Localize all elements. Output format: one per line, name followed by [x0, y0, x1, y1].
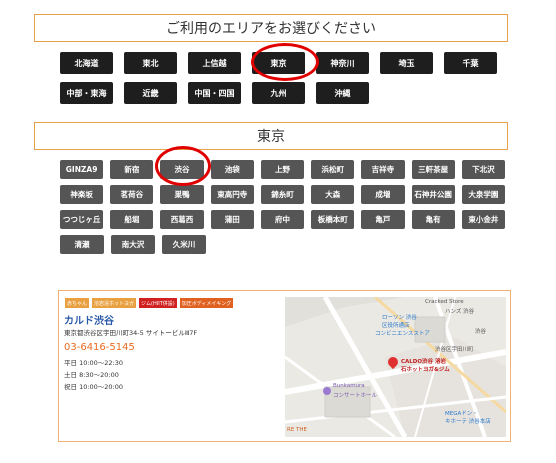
region-row-1: 北海道 東北 上信越 東京 神奈川 埼玉 千葉 [60, 52, 508, 74]
store-card: 赤ちゃん 溶岩浴ホットヨガ ジム(HIIT併設) 加圧ボディメイキング カルド渋… [58, 290, 511, 442]
store-tag: 加圧ボディメイキング [179, 298, 234, 308]
store-hours-weekday: 平日 10:00〜22:30 [64, 359, 124, 367]
region-button-chiba[interactable]: 千葉 [444, 52, 497, 74]
region-button-tokyo[interactable]: 東京 [252, 52, 305, 74]
area-button-sugamo[interactable]: 巣鴨 [160, 185, 204, 204]
area-button-ikebukuro[interactable]: 池袋 [210, 160, 254, 179]
area-button-kameido[interactable]: 亀戸 [361, 210, 405, 229]
area-button-kichijoji[interactable]: 吉祥寺 [361, 160, 405, 179]
region-button-tohoku[interactable]: 東北 [124, 52, 177, 74]
area-button-shakujii-koen[interactable]: 石神井公園 [411, 185, 455, 204]
store-hours-weekend: 土日 8:30〜20:00 [64, 371, 119, 379]
region-button-okinawa[interactable]: 沖縄 [316, 82, 369, 104]
store-address: 東京都渋谷区宇田川町34-5 サイトービルⅢ7F [64, 329, 198, 337]
region-button-kyushu[interactable]: 九州 [252, 82, 305, 104]
region-button-chugoku-shikoku[interactable]: 中国・四国 [188, 82, 241, 104]
area-button-higashikoganei[interactable]: 東小金井 [461, 210, 505, 229]
area-button-kagurazaka[interactable]: 神楽坂 [60, 185, 104, 204]
map-pin-label: 石ホットヨガ&ジム [401, 367, 450, 373]
area-button-shimokitazawa[interactable]: 下北沢 [461, 160, 505, 179]
store-map[interactable]: Cracked Store ハンズ 渋谷 ローソン 渋谷 区役所通店 コンビニエ… [285, 297, 506, 437]
map-label: RE THE [287, 427, 308, 433]
map-label: ハンズ 渋谷 [445, 309, 475, 315]
area-button-myogadani[interactable]: 茗荷谷 [110, 185, 154, 204]
area-select-heading: ご利用のエリアをお選びください [34, 14, 508, 42]
area-select-heading-text: ご利用のエリアをお選びください [166, 21, 376, 37]
tokyo-heading: 東京 [34, 122, 508, 150]
map-label: Bunkamura [333, 383, 365, 389]
tokyo-area-grid: GINZA9 新宿 渋谷 池袋 上野 浜松町 吉祥寺 三軒茶屋 下北沢 神楽坂 … [60, 160, 512, 260]
store-tag: 赤ちゃん [65, 298, 90, 308]
area-button-hamamatsucho[interactable]: 浜松町 [311, 160, 355, 179]
area-row-3: つつじヶ丘 船堀 西葛西 蒲田 府中 板橋本町 亀戸 亀有 東小金井 [60, 210, 512, 229]
area-button-minami-osawa[interactable]: 南大沢 [111, 235, 155, 254]
store-phone-link[interactable]: 03-6416-5145 [64, 342, 135, 353]
store-tag: ジム(HIIT併設) [139, 298, 177, 308]
area-row-1: GINZA9 新宿 渋谷 池袋 上野 浜松町 吉祥寺 三軒茶屋 下北沢 [60, 160, 512, 179]
map-label: 渋谷 [475, 329, 487, 335]
area-button-kumegawa[interactable]: 久米川 [162, 235, 206, 254]
store-hours-holiday: 祝日 10:00〜20:00 [64, 383, 124, 391]
area-button-kinshicho[interactable]: 錦糸町 [260, 185, 305, 204]
area-button-itabashi-honcho[interactable]: 板橋本町 [311, 210, 355, 229]
map-pin-label: CALDO渋谷 溶岩 [401, 359, 446, 365]
area-button-ginza9[interactable]: GINZA9 [60, 160, 104, 179]
area-button-funabori[interactable]: 船堀 [110, 210, 154, 229]
area-button-kamata[interactable]: 蒲田 [210, 210, 254, 229]
area-button-sangenjaya[interactable]: 三軒茶屋 [411, 160, 455, 179]
area-button-omori[interactable]: 大森 [311, 185, 355, 204]
bunkamura-pin-icon [323, 387, 331, 395]
map-label: ローソン 渋谷 [382, 315, 417, 321]
area-button-shinjuku[interactable]: 新宿 [110, 160, 154, 179]
map-label: 渋谷区宇田川町 [435, 347, 474, 353]
region-button-joshinetsu[interactable]: 上信越 [188, 52, 241, 74]
map-label: MEGAドン・ [445, 411, 478, 417]
region-button-hokkaido[interactable]: 北海道 [60, 52, 113, 74]
area-button-ueno[interactable]: 上野 [260, 160, 305, 179]
region-button-saitama[interactable]: 埼玉 [380, 52, 433, 74]
area-button-higashikoenji[interactable]: 東高円寺 [210, 185, 254, 204]
region-button-chubu-tokai[interactable]: 中部・東海 [60, 82, 113, 104]
area-button-fuchu[interactable]: 府中 [260, 210, 305, 229]
tokyo-heading-text: 東京 [257, 129, 285, 145]
area-row-2: 神楽坂 茗荷谷 巣鴨 東高円寺 錦糸町 大森 成増 石神井公園 大泉学園 [60, 185, 512, 204]
region-row-2: 中部・東海 近畿 中国・四国 九州 沖縄 [60, 82, 380, 104]
area-button-nishikasai[interactable]: 西葛西 [160, 210, 204, 229]
region-button-kanagawa[interactable]: 神奈川 [316, 52, 369, 74]
map-label: コンビニエンスストア [375, 331, 430, 337]
map-label: キホーテ 渋谷本店 [445, 419, 491, 425]
area-row-4: 清瀬 南大沢 久米川 [60, 235, 512, 254]
map-label: コンサートホール [333, 393, 378, 399]
area-button-shibuya[interactable]: 渋谷 [160, 160, 204, 179]
area-button-narimasu[interactable]: 成増 [361, 185, 405, 204]
map-label: 区役所通店 [382, 323, 410, 329]
area-button-kameari[interactable]: 亀有 [411, 210, 455, 229]
area-button-oizumi-gakuen[interactable]: 大泉学園 [461, 185, 505, 204]
area-button-kiyose[interactable]: 清瀬 [60, 235, 104, 254]
region-button-kinki[interactable]: 近畿 [124, 82, 177, 104]
map-label: Cracked Store [425, 299, 464, 305]
store-tag: 溶岩浴ホットヨガ [92, 298, 137, 308]
area-button-tsutsujigaoka[interactable]: つつじヶ丘 [60, 210, 104, 229]
store-name-link[interactable]: カルド渋谷 [64, 312, 114, 327]
store-tags: 赤ちゃん 溶岩浴ホットヨガ ジム(HIIT併設) 加圧ボディメイキング [65, 298, 236, 308]
